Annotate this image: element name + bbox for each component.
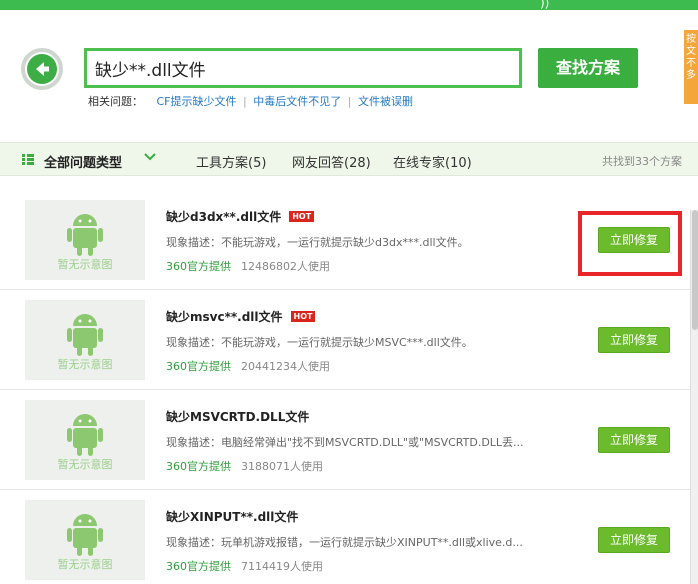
thumbnail-label: 暂无示意图 [57,458,113,471]
thumbnail-label: 暂无示意图 [57,358,113,371]
item-meta: 360官方提供 12486802人使用 [166,258,330,274]
item-title-text[interactable]: 缺少d3dx**.dll文件 [166,210,281,224]
top-banner-mark: )) [540,0,550,10]
related-label: 相关问题： [88,95,143,108]
android-icon [67,214,103,256]
thumbnail: 暂无示意图 [25,400,145,480]
usage-count: 12486802人使用 [241,260,330,273]
item-description: 现象描述：不能玩游戏，一运行就提示缺少d3dx***.dll文件。 [166,236,469,249]
thumbnail: 暂无示意图 [25,500,145,580]
side-feedback-tab[interactable]: 按文不多 [684,30,698,104]
related-questions: 相关问题： CF提示缺少文件 | 中毒后文件不见了 | 文件被误删 [88,93,413,109]
thumbnail-label: 暂无示意图 [57,558,113,571]
highlight-box [578,211,682,276]
hot-badge: HOT [290,311,316,322]
provider-label: 360官方提供 [166,560,231,573]
item-title[interactable]: 缺少msvc**.dll文件 HOT [166,308,316,325]
usage-count: 20441234人使用 [241,360,330,373]
search-input[interactable] [84,48,522,88]
top-banner: )) [0,0,698,10]
android-icon [67,314,103,356]
usage-count: 3188071人使用 [241,460,323,473]
android-icon [67,514,103,556]
related-link[interactable]: CF提示缺少文件 [157,95,237,108]
list-item: 暂无示意图 缺少msvc**.dll文件 HOT 现象描述：不能玩游戏，一运行就提… [0,290,690,390]
fix-now-button[interactable]: 立即修复 [598,427,670,453]
thumbnail-label: 暂无示意图 [57,258,113,271]
fix-now-button[interactable]: 立即修复 [598,327,670,353]
back-arrow-icon [27,54,57,84]
scrollbar-thumb[interactable] [692,210,698,330]
item-description: 现象描述：玩单机游戏报错，一运行就提示缺少XINPUT**.dll或xlive.… [166,536,523,549]
item-description: 现象描述：电脑经常弹出"找不到MSVCRTD.DLL"或"MSVCRTD.DLL… [166,436,524,449]
item-title-text[interactable]: 缺少XINPUT**.dll文件 [166,510,298,524]
tab-tools[interactable]: 工具方案(5) [196,152,266,171]
back-button[interactable] [21,48,63,90]
related-link[interactable]: 文件被误删 [358,95,413,108]
result-count: 共找到33个方案 [602,155,682,168]
item-meta: 360官方提供 20441234人使用 [166,358,330,374]
filter-bar: 全部问题类型 工具方案(5) 网友回答(28) 在线专家(10) 共找到33个方… [0,142,698,176]
divider: | [347,95,352,108]
item-description: 现象描述：不能玩游戏，一运行就提示缺少MSVC***.dll文件。 [166,336,473,349]
tab-answers[interactable]: 网友回答(28) [292,152,371,171]
item-title[interactable]: 缺少d3dx**.dll文件 HOT [166,208,315,225]
search-button[interactable]: 查找方案 [538,48,638,88]
list-item: 暂无示意图 缺少MSVCRTD.DLL文件 现象描述：电脑经常弹出"找不到MSV… [0,390,690,490]
item-title-text[interactable]: 缺少MSVCRTD.DLL文件 [166,410,309,424]
fix-now-button[interactable]: 立即修复 [598,527,670,553]
item-meta: 360官方提供 3188071人使用 [166,458,323,474]
thumbnail: 暂无示意图 [25,200,145,280]
provider-label: 360官方提供 [166,360,231,373]
item-title-text[interactable]: 缺少msvc**.dll文件 [166,310,283,324]
list-item: 暂无示意图 缺少XINPUT**.dll文件 现象描述：玩单机游戏报错，一运行就… [0,490,690,584]
thumbnail: 暂无示意图 [25,300,145,380]
chevron-down-icon[interactable] [144,151,156,167]
usage-count: 7114419人使用 [241,560,323,573]
all-types-dropdown[interactable]: 全部问题类型 [44,152,122,171]
item-title[interactable]: 缺少MSVCRTD.DLL文件 [166,408,309,425]
provider-label: 360官方提供 [166,260,231,273]
item-meta: 360官方提供 7114419人使用 [166,558,323,574]
related-link[interactable]: 中毒后文件不见了 [253,95,341,108]
item-title[interactable]: 缺少XINPUT**.dll文件 [166,508,298,525]
divider: | [243,95,247,108]
tab-experts[interactable]: 在线专家(10) [393,152,472,171]
hot-badge: HOT [289,211,315,222]
provider-label: 360官方提供 [166,460,231,473]
list-icon [22,154,34,169]
scrollbar[interactable] [690,210,698,584]
android-icon [67,414,103,456]
